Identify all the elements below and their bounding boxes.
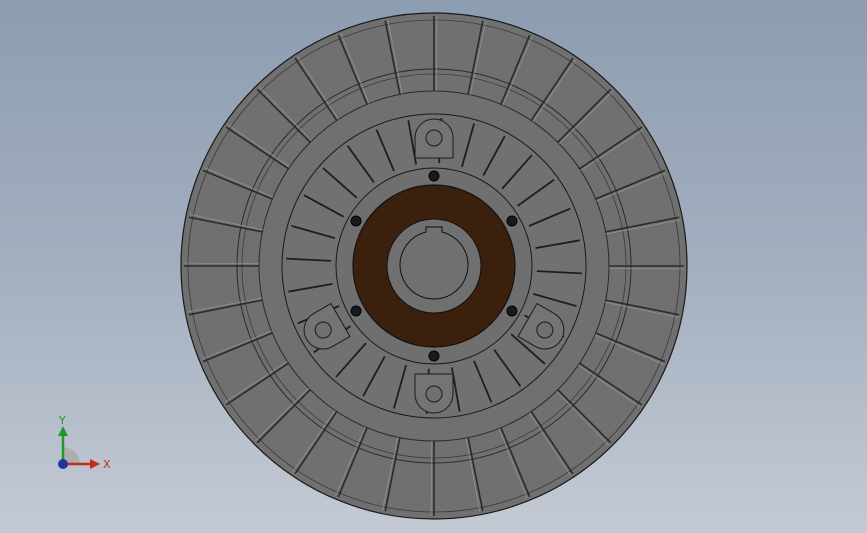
- hub-bolt: [506, 215, 518, 227]
- hub-bolt: [428, 350, 440, 362]
- slot: [414, 118, 454, 159]
- slot-hole: [425, 385, 443, 403]
- hub-bolt: [350, 215, 362, 227]
- axis-triad[interactable]: Y X: [48, 412, 118, 482]
- brake-disc-part[interactable]: [180, 12, 688, 520]
- x-axis-label: X: [103, 458, 111, 471]
- y-axis-arrow: [58, 426, 68, 436]
- x-axis-arrow: [90, 459, 100, 469]
- slot-hole: [425, 129, 443, 147]
- y-axis-label: Y: [58, 414, 66, 427]
- cad-model-view[interactable]: [0, 0, 867, 533]
- graphics-viewport[interactable]: Y X: [0, 0, 867, 533]
- hub-bolt: [428, 170, 440, 182]
- slot: [414, 373, 454, 414]
- z-axis-dot: [58, 459, 68, 469]
- hub-bolt: [506, 305, 518, 317]
- hub-bolt: [350, 305, 362, 317]
